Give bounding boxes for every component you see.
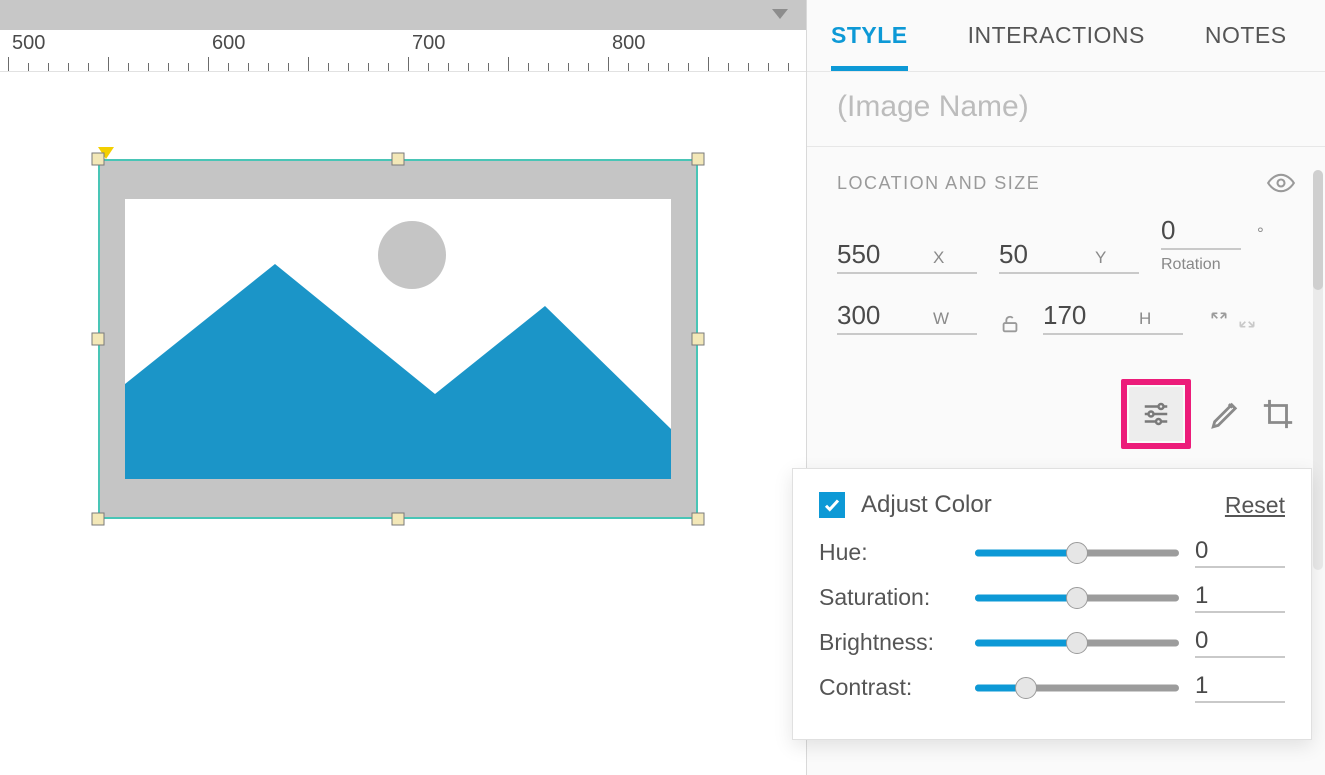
selected-image-widget[interactable] <box>98 159 698 519</box>
image-tools-row <box>807 373 1325 467</box>
h-label: H <box>1139 309 1151 329</box>
tab-style[interactable]: STYLE <box>831 22 908 49</box>
check-icon <box>823 496 841 514</box>
adjust-color-checkbox[interactable] <box>819 492 845 518</box>
resize-handle-nw[interactable] <box>92 153 105 166</box>
x-input[interactable] <box>837 239 927 270</box>
crop-button[interactable] <box>1261 397 1295 431</box>
lock-aspect-icon[interactable] <box>999 313 1021 335</box>
brightness-value[interactable]: 0 <box>1195 627 1285 658</box>
edit-pencil-button[interactable] <box>1209 397 1243 431</box>
flip-vertical-icon[interactable] <box>1237 310 1257 335</box>
width-input[interactable] <box>837 300 927 331</box>
tab-notes[interactable]: NOTES <box>1205 22 1287 49</box>
resize-handle-n[interactable] <box>392 153 405 166</box>
hue-row: Hue: 0 <box>819 537 1285 568</box>
brightness-row: Brightness: 0 <box>819 627 1285 658</box>
panel-scrollbar[interactable] <box>1313 170 1323 570</box>
contrast-slider[interactable] <box>975 676 1179 700</box>
ruler-mark: 600 <box>212 32 245 55</box>
degree-label: ° <box>1257 224 1264 244</box>
hue-slider[interactable] <box>975 541 1179 565</box>
scrollbar-thumb[interactable] <box>1313 170 1323 290</box>
saturation-row: Saturation: 1 <box>819 582 1285 613</box>
sliders-icon <box>1141 399 1171 429</box>
crop-icon <box>1261 397 1295 431</box>
pencil-icon <box>1209 397 1243 431</box>
widget-name-input[interactable] <box>837 90 1295 124</box>
inspector-tabs: STYLE INTERACTIONS NOTES <box>807 0 1325 72</box>
hue-value[interactable]: 0 <box>1195 537 1285 568</box>
rotation-label: Rotation <box>1161 256 1221 274</box>
resize-handle-s[interactable] <box>392 513 405 526</box>
resize-handle-se[interactable] <box>692 513 705 526</box>
visibility-toggle-icon[interactable] <box>1267 169 1295 197</box>
resize-handle-e[interactable] <box>692 333 705 346</box>
x-label: X <box>933 248 944 268</box>
y-input[interactable] <box>999 239 1089 270</box>
contrast-label: Contrast: <box>819 674 959 701</box>
resize-handle-w[interactable] <box>92 333 105 346</box>
height-input[interactable] <box>1043 300 1133 331</box>
saturation-label: Saturation: <box>819 584 959 611</box>
horizontal-ruler: 500 600 700 800 <box>0 30 806 72</box>
saturation-slider[interactable] <box>975 586 1179 610</box>
chevron-down-icon[interactable] <box>772 9 788 19</box>
tab-interactions[interactable]: INTERACTIONS <box>968 22 1145 49</box>
ruler-mark: 800 <box>612 32 645 55</box>
contrast-row: Contrast: 1 <box>819 672 1285 703</box>
adjust-color-highlight <box>1121 379 1191 449</box>
selection-outline <box>98 159 698 519</box>
widget-name-row <box>807 72 1325 147</box>
reset-button[interactable]: Reset <box>1225 492 1285 519</box>
canvas-area[interactable]: 500 600 700 800 <box>0 0 806 775</box>
resize-handle-sw[interactable] <box>92 513 105 526</box>
adjust-color-button[interactable] <box>1129 387 1183 441</box>
section-title: LOCATION AND SIZE <box>837 173 1040 194</box>
contrast-value[interactable]: 1 <box>1195 672 1285 703</box>
adjust-color-title: Adjust Color <box>861 491 992 519</box>
saturation-value[interactable]: 1 <box>1195 582 1285 613</box>
resize-handle-ne[interactable] <box>692 153 705 166</box>
y-label: Y <box>1095 248 1106 268</box>
adjust-color-popover: Adjust Color Reset Hue: 0 Saturation: 1 … <box>792 468 1312 740</box>
location-size-section: LOCATION AND SIZE X Y ° Rotation W H <box>807 147 1325 373</box>
ruler-mark: 500 <box>12 32 45 55</box>
brightness-slider[interactable] <box>975 631 1179 655</box>
w-label: W <box>933 309 949 329</box>
flip-horizontal-icon[interactable] <box>1209 310 1229 335</box>
canvas-titlebar[interactable] <box>0 0 806 30</box>
ruler-mark: 700 <box>412 32 445 55</box>
hue-label: Hue: <box>819 539 959 566</box>
rotation-input[interactable] <box>1161 215 1251 246</box>
brightness-label: Brightness: <box>819 629 959 656</box>
